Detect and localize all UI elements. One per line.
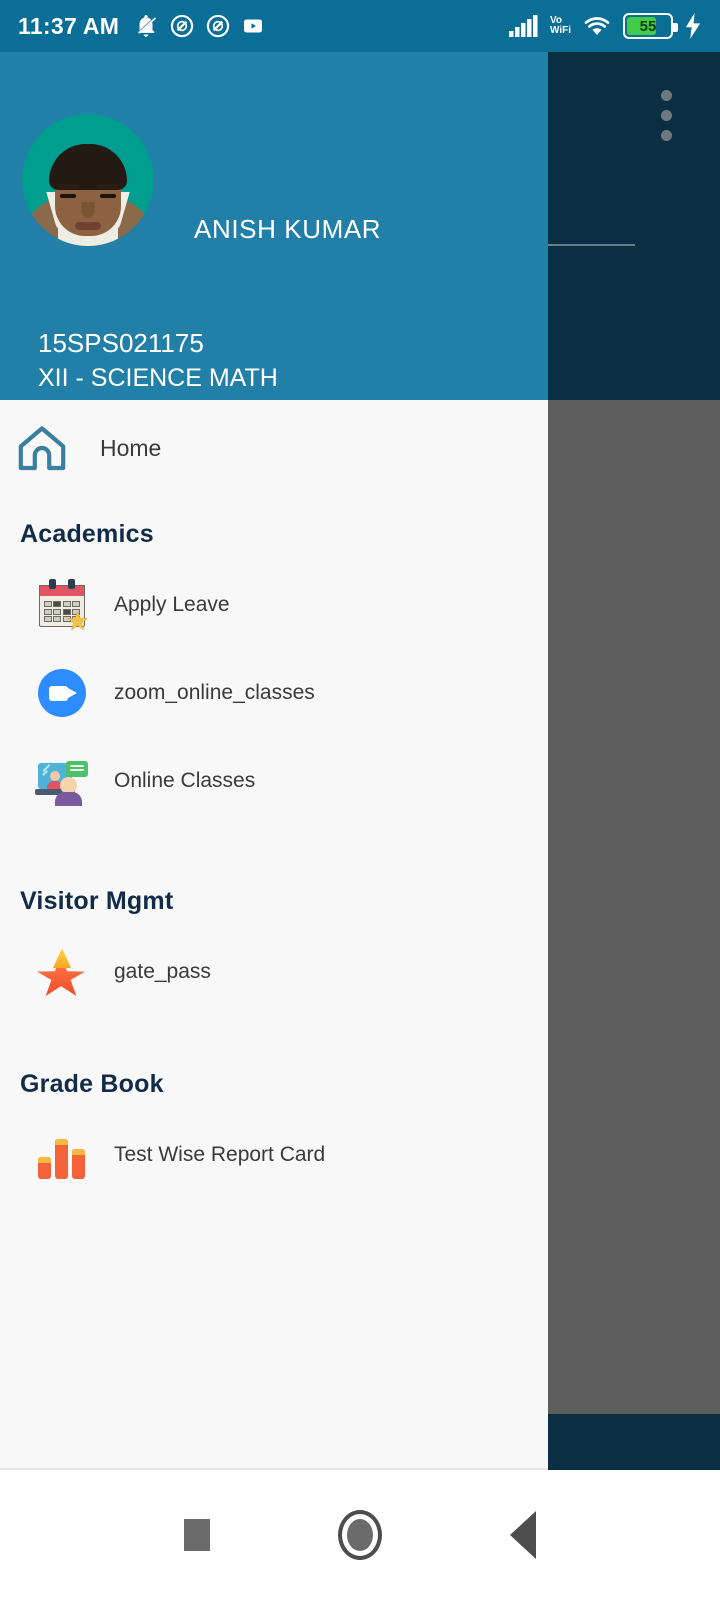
android-navigation-bar	[0, 1470, 720, 1600]
backdrop-dim-overlay[interactable]	[548, 400, 720, 1414]
sidebar-item-zoom-online-classes[interactable]: zoom_online_classes	[0, 649, 548, 737]
status-bar-notification-icons	[133, 13, 265, 39]
sidebar-item-label: Apply Leave	[114, 593, 230, 616]
calendar-star-icon: ★	[36, 579, 89, 634]
bell-muted-icon	[137, 15, 157, 37]
battery-level-label: 55	[639, 17, 657, 35]
do-not-disturb-icon	[207, 14, 230, 38]
backdrop-app-footer	[548, 1414, 720, 1470]
bar-chart-icon	[36, 1129, 88, 1181]
sidebar-item-online-classes[interactable]: Online Classes	[0, 737, 548, 825]
sidebar-item-apply-leave[interactable]: ★ Apply Leave	[0, 561, 548, 649]
drawer-header: ANISH KUMAR 15SPS021175 XII - SCIENCE MA…	[0, 52, 548, 400]
status-bar: 11:37 AM Vo WiFi 55	[0, 0, 720, 52]
section-title-grade-book: Grade Book	[20, 1070, 164, 1098]
star-icon	[36, 946, 88, 998]
section-title-academics: Academics	[20, 520, 154, 548]
sidebar-item-label: gate_pass	[114, 960, 211, 983]
status-bar-clock: 11:37 AM	[18, 12, 120, 39]
vowifi-icon: Vo WiFi	[550, 16, 571, 36]
sidebar-item-home[interactable]: Home	[0, 400, 548, 496]
do-not-disturb-icon	[171, 14, 194, 38]
charging-bolt-icon	[685, 13, 701, 39]
circle-home-icon[interactable]	[338, 1510, 382, 1560]
signal-bars-icon	[508, 15, 538, 37]
vowifi-bottom-label: WiFi	[549, 25, 571, 36]
navigation-drawer: ANISH KUMAR 15SPS021175 XII - SCIENCE MA…	[0, 52, 548, 1470]
backdrop-app-header	[548, 52, 720, 400]
student-id: 15SPS021175	[38, 328, 204, 358]
sidebar-item-label: zoom_online_classes	[114, 681, 315, 704]
sidebar-item-label: Online Classes	[114, 769, 256, 792]
online-class-laptop-icon	[35, 755, 88, 807]
student-name: ANISH KUMAR	[194, 214, 382, 244]
youtube-icon	[244, 19, 263, 33]
zoom-video-icon	[36, 667, 88, 719]
triangle-back-icon[interactable]	[510, 1511, 536, 1559]
drawer-menu: Home Academics ★ Apply Leave zoom_online…	[0, 400, 548, 1199]
backdrop-divider-top	[548, 244, 635, 246]
section-title-visitor-mgmt: Visitor Mgmt	[20, 887, 174, 915]
phone-screen: 11:37 AM Vo WiFi 55 ANISH KUMAR 15SPS021…	[0, 0, 720, 1600]
sidebar-item-gate-pass[interactable]: gate_pass	[0, 928, 548, 1016]
battery-icon: 55	[623, 13, 678, 39]
app-backdrop-scrim[interactable]	[548, 52, 720, 1470]
square-recents-icon[interactable]	[184, 1519, 210, 1551]
home-icon	[16, 422, 68, 474]
sidebar-item-label: Home	[100, 434, 162, 461]
wifi-icon	[584, 17, 610, 35]
student-class: XII - SCIENCE MATH	[38, 364, 278, 392]
sidebar-item-test-wise-report-card[interactable]: Test Wise Report Card	[0, 1111, 548, 1199]
status-bar-system-icons: Vo WiFi 55	[508, 13, 702, 39]
avatar	[22, 114, 154, 246]
sidebar-item-label: Test Wise Report Card	[114, 1143, 326, 1166]
three-dot-menu-icon[interactable]	[661, 90, 672, 141]
